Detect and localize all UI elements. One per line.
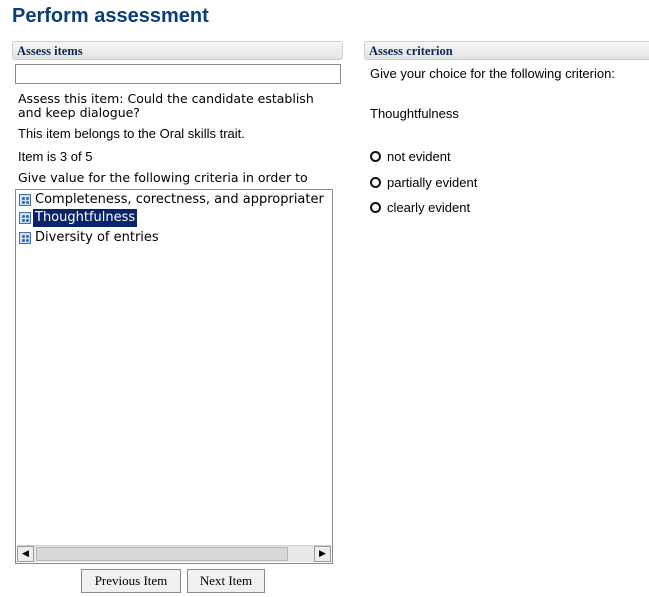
criterion-icon: [19, 212, 31, 224]
option-clearly-evident[interactable]: clearly evident: [370, 199, 470, 215]
criteria-list-item-selected[interactable]: Thoughtfulness: [19, 209, 138, 227]
criteria-list-item[interactable]: Completeness, corectness, and appropriat…: [19, 191, 326, 209]
item-count: Item is 3 of 5: [18, 149, 93, 164]
radio-button[interactable]: [370, 176, 381, 188]
item-text-field[interactable]: [15, 64, 341, 84]
option-label: not evident: [387, 148, 451, 164]
criterion-icon: [19, 194, 31, 206]
criterion-icon: [19, 232, 31, 244]
page-title: Perform assessment: [12, 5, 209, 27]
option-label: clearly evident: [387, 199, 471, 215]
criterion-instruction: Give your choice for the following crite…: [370, 66, 615, 81]
arrow-right-icon: ▶: [319, 549, 326, 559]
criterion-name: Thoughtfulness: [370, 106, 459, 121]
radio-button[interactable]: [370, 201, 381, 213]
horizontal-scrollbar[interactable]: ◀ ▶: [17, 545, 331, 562]
criteria-item-label: Thoughtfulness: [33, 209, 138, 227]
assess-items-header: Assess items: [12, 41, 343, 60]
scrollbar-thumb[interactable]: [36, 547, 288, 561]
criteria-list[interactable]: Completeness, corectness, and appropriat…: [15, 189, 333, 564]
radio-button[interactable]: [370, 150, 381, 162]
scroll-right-button[interactable]: ▶: [314, 546, 331, 562]
arrow-left-icon: ◀: [22, 549, 29, 559]
item-trait-info: This item belongs to the Oral skills tra…: [18, 126, 245, 141]
option-partially-evident[interactable]: partially evident: [370, 174, 477, 190]
criteria-list-item[interactable]: Diversity of entries: [19, 229, 161, 247]
scroll-left-button[interactable]: ◀: [17, 546, 34, 562]
item-question: Assess this item: Could the candidate es…: [18, 92, 314, 120]
previous-item-button[interactable]: Previous Item: [81, 569, 181, 593]
option-label: partially evident: [387, 174, 478, 190]
next-item-button[interactable]: Next Item: [187, 569, 265, 593]
assess-criterion-header: Assess criterion: [364, 41, 649, 60]
option-not-evident[interactable]: not evident: [370, 148, 451, 164]
criteria-item-label: Completeness, corectness, and appropriat…: [35, 192, 324, 207]
criteria-instruction: Give value for the following criteria in…: [18, 170, 308, 185]
criteria-item-label: Diversity of entries: [35, 230, 159, 245]
